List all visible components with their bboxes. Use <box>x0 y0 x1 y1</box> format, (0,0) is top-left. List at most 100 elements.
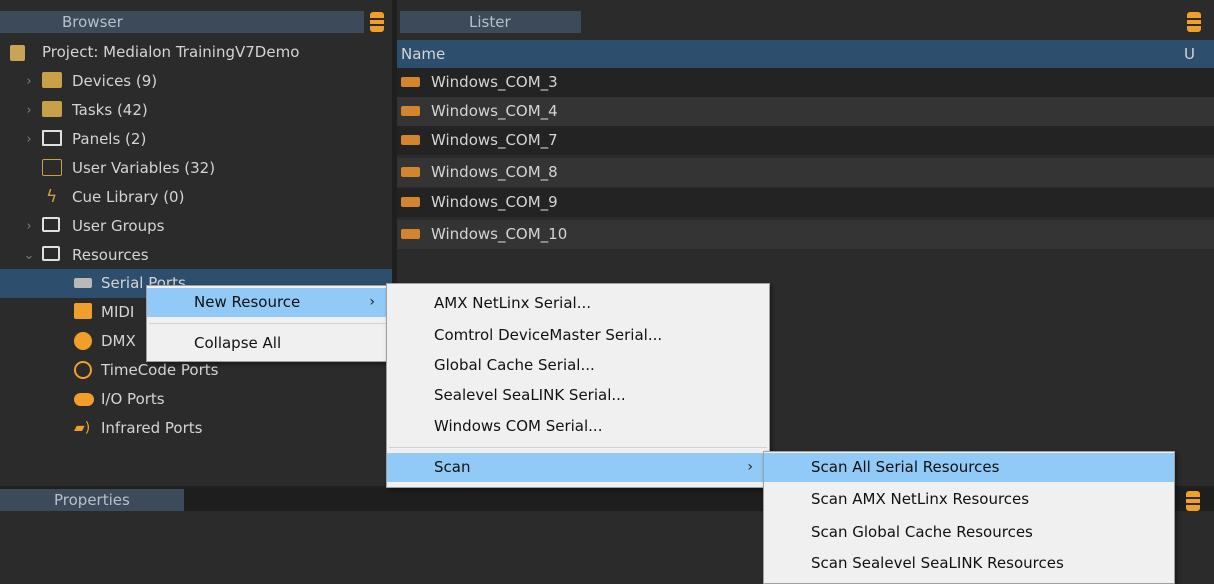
serial-port-icon <box>401 229 420 239</box>
project-icon <box>10 45 25 61</box>
lister-row[interactable]: Windows_COM_8 <box>397 158 1214 187</box>
menu-item-scan[interactable]: Scan › <box>387 453 769 482</box>
chevron-right-icon[interactable]: › <box>22 96 36 125</box>
tree-item-user-groups[interactable]: › User Groups <box>0 212 392 241</box>
tree-item-label: Tasks (42) <box>72 101 148 119</box>
lister-title: Lister <box>469 13 511 31</box>
lister-row[interactable]: Windows_COM_4 <box>397 97 1214 126</box>
browser-title: Browser <box>62 13 123 31</box>
tree-item-infrared-ports[interactable]: ▰) Infrared Ports <box>0 414 392 443</box>
lister-row-label: Windows_COM_7 <box>431 131 558 149</box>
variables-folder-icon <box>42 159 62 176</box>
menu-item-scan-global-cache[interactable]: Scan Global Cache Resources <box>764 518 1174 547</box>
infrared-icon: ▰) <box>74 420 91 436</box>
lister-header: Lister <box>400 11 581 33</box>
serial-port-icon <box>74 278 92 288</box>
tree-item-label: MIDI <box>101 303 135 321</box>
tree-item-label: Cue Library (0) <box>72 188 185 206</box>
lister-row-label: Windows_COM_8 <box>431 163 558 181</box>
menu-separator <box>149 323 389 324</box>
midi-icon <box>74 303 92 319</box>
tree-item-label: User Groups <box>72 217 165 235</box>
folder-icon <box>42 246 60 261</box>
tree-item-label: DMX <box>101 332 136 350</box>
menu-item-label: Scan Sealevel SeaLINK Resources <box>811 554 1064 572</box>
properties-header: Properties <box>0 489 184 511</box>
tree-item-devices[interactable]: › Devices (9) <box>0 67 392 96</box>
chevron-down-icon[interactable]: ⌄ <box>22 241 36 270</box>
tasks-folder-icon <box>42 101 62 117</box>
lister-row[interactable]: Windows_COM_3 <box>397 68 1214 97</box>
lister-row-label: Windows_COM_4 <box>431 102 558 120</box>
timecode-icon <box>74 361 92 379</box>
lister-row[interactable]: Windows_COM_7 <box>397 126 1214 155</box>
menu-item-new-resource[interactable]: New Resource › <box>147 288 391 317</box>
tree-item-io-ports[interactable]: I/O Ports <box>0 385 392 414</box>
serial-port-icon <box>401 77 420 87</box>
menu-item-windows-com-serial[interactable]: Windows COM Serial... <box>387 412 769 441</box>
serial-port-icon <box>401 106 420 116</box>
lister-row[interactable]: Windows_COM_10 <box>397 220 1214 249</box>
menu-item-scan-sealevel-sealink[interactable]: Scan Sealevel SeaLINK Resources <box>764 549 1174 578</box>
project-row[interactable]: Project: Medialon TrainingV7Demo <box>0 38 392 67</box>
tree-item-resources[interactable]: ⌄ Resources <box>0 241 392 270</box>
column-name[interactable]: Name <box>401 40 445 68</box>
lister-row-label: Windows_COM_10 <box>431 225 568 243</box>
menu-item-label: Scan Global Cache Resources <box>811 523 1033 541</box>
lister-row-label: Windows_COM_3 <box>431 73 558 91</box>
chevron-right-icon[interactable]: › <box>22 125 36 154</box>
context-menu: New Resource › Collapse All <box>146 285 392 362</box>
column-u[interactable]: U <box>1184 40 1195 68</box>
devices-folder-icon <box>42 72 62 88</box>
menu-item-scan-all-serial[interactable]: Scan All Serial Resources <box>764 453 1174 482</box>
serial-port-icon <box>401 167 420 177</box>
menu-item-label: Sealevel SeaLINK Serial... <box>434 386 626 404</box>
lightning-icon: ϟ <box>46 187 58 207</box>
menu-item-label: Comtrol DeviceMaster Serial... <box>434 326 663 344</box>
submenu-arrow-icon: › <box>369 294 375 310</box>
tree-item-label: I/O Ports <box>101 390 165 408</box>
menu-item-label: New Resource <box>194 293 301 311</box>
lister-row[interactable]: Windows_COM_9 <box>397 188 1214 217</box>
chevron-right-icon[interactable]: › <box>22 212 36 241</box>
scan-submenu: Scan All Serial Resources Scan AMX NetLi… <box>763 451 1175 584</box>
menu-item-global-cache-serial[interactable]: Global Cache Serial... <box>387 351 769 380</box>
tree-item-label: Infrared Ports <box>101 419 203 437</box>
tree-item-tasks[interactable]: › Tasks (42) <box>0 96 392 125</box>
menu-item-comtrol-devicemaster-serial[interactable]: Comtrol DeviceMaster Serial... <box>387 321 769 350</box>
lister-row-label: Windows_COM_9 <box>431 193 558 211</box>
lister-column-header: Name U <box>397 40 1214 68</box>
menu-item-label: AMX NetLinx Serial... <box>434 294 592 312</box>
properties-menu-icon[interactable] <box>1186 491 1200 511</box>
tree-item-label: User Variables (32) <box>72 159 216 177</box>
lister-menu-icon[interactable] <box>1187 12 1201 32</box>
folder-icon <box>42 217 60 232</box>
tree-item-label: Resources <box>72 246 149 264</box>
browser-menu-icon[interactable] <box>370 12 384 32</box>
menu-item-label: Global Cache Serial... <box>434 356 595 374</box>
menu-item-label: Scan AMX NetLinx Resources <box>811 490 1030 508</box>
serial-port-icon <box>401 135 420 145</box>
menu-item-label: Collapse All <box>194 334 282 352</box>
tree-item-label: Devices (9) <box>72 72 158 90</box>
browser-panel: Browser Project: Medialon TrainingV7Demo… <box>0 0 392 486</box>
serial-port-icon <box>401 197 420 207</box>
menu-item-collapse-all[interactable]: Collapse All <box>147 329 391 358</box>
new-resource-submenu: AMX NetLinx Serial... Comtrol DeviceMast… <box>386 283 770 488</box>
browser-header: Browser <box>0 11 364 33</box>
submenu-arrow-icon: › <box>747 459 753 475</box>
menu-separator <box>389 447 767 448</box>
tree-item-cue-library[interactable]: ϟ Cue Library (0) <box>0 183 392 212</box>
tree-item-panels[interactable]: › Panels (2) <box>0 125 392 154</box>
menu-item-sealevel-sealink-serial[interactable]: Sealevel SeaLINK Serial... <box>387 381 769 410</box>
menu-item-amx-netlinx-serial[interactable]: AMX NetLinx Serial... <box>387 289 769 318</box>
monitor-icon <box>42 130 62 146</box>
menu-item-label: Windows COM Serial... <box>434 417 603 435</box>
menu-item-scan-amx-netlinx[interactable]: Scan AMX NetLinx Resources <box>764 485 1174 514</box>
menu-item-label: Scan All Serial Resources <box>811 458 1000 476</box>
chevron-right-icon[interactable]: › <box>22 67 36 96</box>
tree-item-label: Panels (2) <box>72 130 147 148</box>
properties-title: Properties <box>54 491 130 509</box>
tree-item-user-variables[interactable]: User Variables (32) <box>0 154 392 183</box>
project-label: Project: Medialon TrainingV7Demo <box>42 43 300 61</box>
